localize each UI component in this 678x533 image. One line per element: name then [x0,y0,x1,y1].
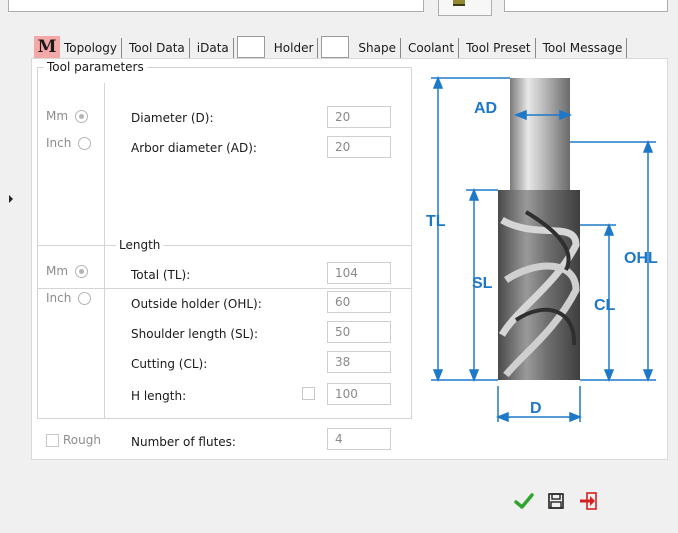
top-input-partial[interactable] [8,0,424,12]
save-icon[interactable] [546,491,566,511]
length-unit-mm[interactable]: Mm [46,264,89,278]
sl-label: SL [472,275,493,292]
flutes-label: Number of flutes: [131,435,236,449]
tab-holder[interactable]: Holder [270,38,319,58]
tab-bar: M Topology Tool Data iData Holder Shape … [34,36,630,58]
outside-holder-field[interactable]: 60 [327,291,391,313]
tab-shape[interactable]: Shape [354,38,401,58]
tab-tool-data[interactable]: Tool Data [125,38,190,58]
tab-topology[interactable]: Topology [60,38,122,58]
radio-length-inch[interactable] [78,291,92,305]
check-icon[interactable] [514,491,534,511]
radio-mm[interactable] [75,109,89,123]
h-length-checkbox[interactable] [302,387,315,400]
total-length-field[interactable]: 104 [327,262,391,284]
cutting-length-label: Cutting (CL): [131,357,208,371]
tp-unit-mm[interactable]: Mm [46,109,89,123]
top-input-partial-2[interactable] [504,0,668,12]
top-button-partial[interactable] [438,0,492,16]
tool-parameters-legend: Tool parameters [44,60,147,74]
d-label: D [530,400,542,417]
arbor-diameter-label: Arbor diameter (AD): [131,141,257,155]
radio-inch[interactable] [78,136,92,150]
exit-icon[interactable] [578,491,598,511]
ad-label: AD [474,100,497,117]
length-unit-inch[interactable]: Inch [46,291,92,305]
radio-length-mm[interactable] [75,264,89,278]
tl-label: TL [426,213,446,230]
tool-shape [498,78,580,380]
rough-option[interactable]: Rough [46,433,101,447]
h-length-field[interactable]: 100 [327,383,391,405]
tool-parameters-divider [104,83,105,251]
length-legend: Length [116,238,164,252]
outside-holder-label: Outside holder (OHL): [131,297,262,311]
tab-blank-1[interactable] [236,36,265,58]
ohl-label: OHL [624,250,658,267]
tab-tool-message[interactable]: Tool Message [539,38,628,58]
h-length-label: H length: [131,389,187,403]
arbor-diameter-field[interactable]: 20 [327,136,391,158]
color-swatch-icon [453,0,465,6]
diameter-label: Diameter (D): [131,111,214,125]
shoulder-length-field[interactable]: 50 [327,321,391,343]
tool-dimension-diagram: AD TL SL OHL CL D [426,75,658,423]
tp-unit-inch[interactable]: Inch [46,136,92,150]
expand-arrow-icon[interactable] [9,195,13,203]
bottom-toolbar [514,491,598,511]
tab-idata[interactable]: iData [193,38,234,58]
shoulder-length-label: Shoulder length (SL): [131,327,259,341]
cutting-length-field[interactable]: 38 [327,351,391,373]
tab-blank-2[interactable] [321,36,350,58]
rough-checkbox[interactable] [46,433,59,447]
tab-tool-preset[interactable]: Tool Preset [462,38,536,58]
total-length-label: Total (TL): [131,268,191,282]
tab-coolant[interactable]: Coolant [404,38,460,58]
diameter-field[interactable]: 20 [327,106,391,128]
flutes-field[interactable]: 4 [327,428,391,450]
cl-label: CL [594,297,616,314]
m-logo-icon: M [34,36,60,58]
